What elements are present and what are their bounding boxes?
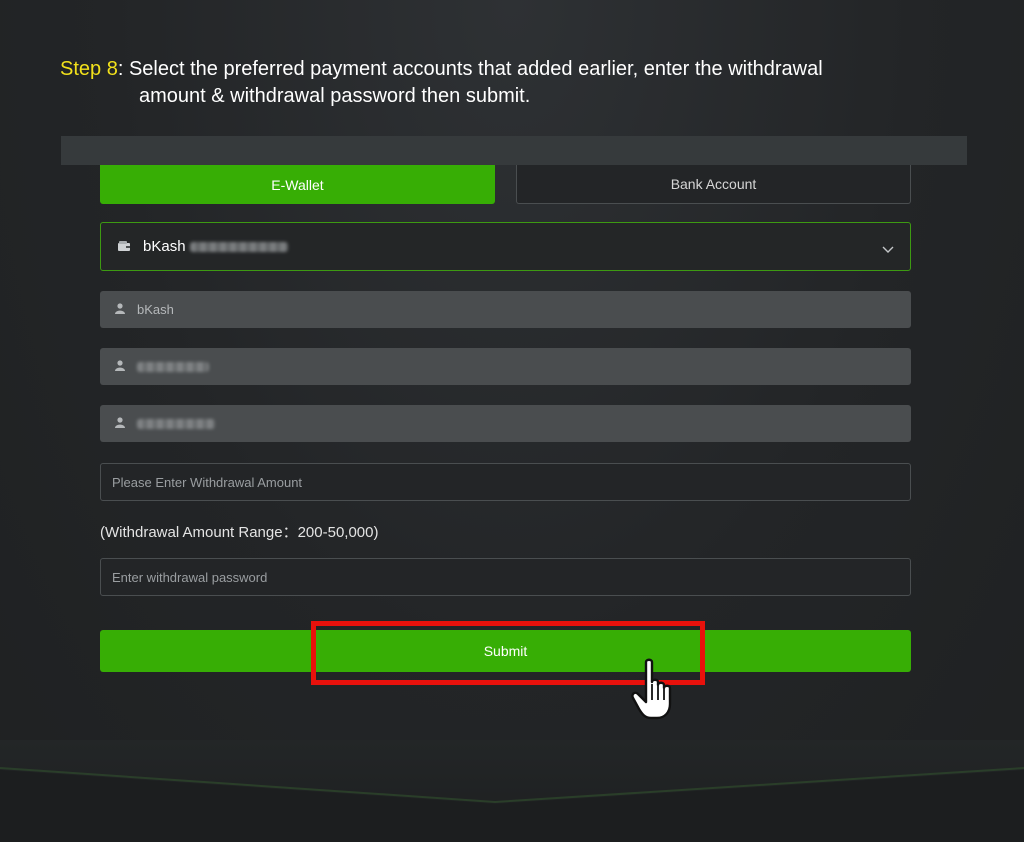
instruction-line-1: : Select the preferred payment accounts … — [117, 58, 823, 80]
footer-decoration — [0, 740, 1024, 842]
hand-pointer-icon — [631, 658, 685, 727]
account-provider-value: bKash — [137, 302, 174, 317]
account-provider-field: bKash — [100, 291, 911, 328]
tab-e-wallet[interactable]: E-Wallet — [100, 165, 495, 204]
instruction-line-2: amount & withdrawal password then submit… — [139, 85, 531, 107]
tab-bank-account[interactable]: Bank Account — [516, 165, 911, 204]
account-number-field — [100, 405, 911, 442]
wallet-icon — [118, 238, 143, 255]
selected-account-label: bKash — [143, 238, 186, 255]
withdrawal-amount-input[interactable] — [112, 464, 910, 500]
withdrawal-password-input[interactable] — [112, 559, 910, 595]
redacted-account-number — [189, 241, 288, 252]
form-header-bar — [61, 136, 967, 165]
payment-account-select[interactable]: bKash — [100, 222, 911, 271]
tab-e-wallet-label: E-Wallet — [271, 176, 324, 193]
submit-button[interactable]: Submit — [100, 630, 911, 672]
redacted-account-name — [137, 361, 209, 372]
account-name-field — [100, 348, 911, 385]
instruction-text: Step 8: Select the preferred payment acc… — [60, 56, 960, 110]
user-icon — [115, 302, 125, 317]
redacted-account-number-field — [137, 418, 215, 429]
withdrawal-amount-field[interactable] — [100, 463, 911, 501]
user-icon — [115, 359, 125, 374]
withdrawal-password-field[interactable] — [100, 558, 911, 596]
user-icon — [115, 416, 125, 431]
chevron-down-icon[interactable] — [882, 241, 894, 258]
withdrawal-amount-range: (Withdrawal Amount Range：200-50,000) — [100, 524, 379, 541]
tab-bank-account-label: Bank Account — [670, 176, 757, 192]
step-label: Step 8 — [60, 58, 118, 80]
